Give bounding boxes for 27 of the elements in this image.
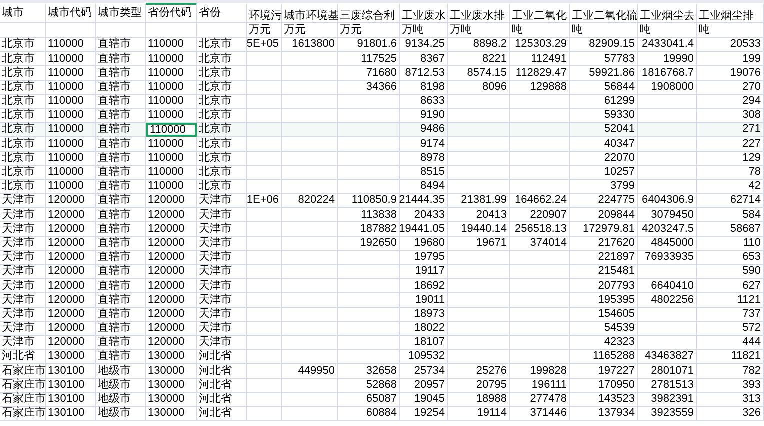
column-header: 环境污 [247, 3, 282, 23]
table-cell: 130100 [46, 406, 96, 422]
column-header: 工业废水 [400, 3, 448, 23]
column-header: 工业烟尘去 [638, 3, 697, 23]
column-header: 工业废水排 [448, 3, 510, 23]
table-cell: 371446 [510, 406, 570, 422]
table-cell: 地级市 [96, 406, 146, 422]
column-header: 城市类型 [96, 3, 146, 23]
table-cell: 60884 [338, 406, 400, 422]
table-cell: 3923559 [638, 406, 697, 422]
table-cell: 326 [697, 406, 764, 422]
table-cell: 19254 [400, 406, 448, 422]
column-header: 城市环境基 [282, 3, 338, 23]
column-header: 省份 [197, 3, 247, 23]
column-header: 工业烟尘排 [697, 3, 764, 23]
table-cell: 130000 [146, 406, 197, 422]
column-header: 工业二氧化 [510, 3, 570, 23]
column-header: 城市代码 [46, 3, 96, 23]
column-header: 工业二氧化硫 [570, 3, 638, 23]
table-cell: 河北省 [197, 406, 247, 422]
column-header: 城市 [0, 3, 46, 23]
column-header: 省份代码 [146, 3, 197, 23]
table-cell: 137934 [570, 406, 638, 422]
table-cell: 石家庄市 [0, 406, 46, 422]
column-header: 三废综合利 [338, 3, 400, 23]
table-cell: 19114 [448, 406, 510, 422]
table-cell: 110000 [146, 123, 197, 138]
